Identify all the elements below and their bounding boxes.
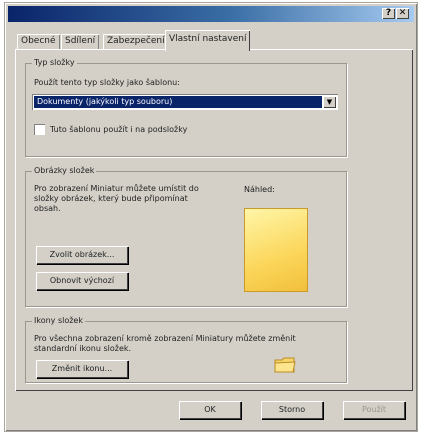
restore-default-button[interactable]: Obnovit výchozí (36, 272, 128, 290)
choose-picture-button[interactable]: Zvolit obrázek... (36, 246, 128, 264)
folder-type-selected: Dokumenty (jakýkoli typ souboru) (34, 96, 322, 108)
cancel-button[interactable]: Storno (261, 401, 323, 419)
folder-preview-image (244, 208, 308, 292)
tab-strip: Obecné Sdílení Zabezpečení Vlastní nasta… (15, 30, 415, 51)
folder-type-group: Typ složky Použít tento typ složky jako … (25, 58, 347, 157)
help-button[interactable]: ? (382, 8, 395, 19)
folder-pictures-description: Pro zobrazení Miniatur můžete umístit do… (34, 184, 199, 213)
apply-subfolders-checkbox[interactable] (34, 124, 45, 135)
apply-subfolders-label: Tuto šablonu použít i na podsložky (50, 125, 188, 134)
folder-pictures-legend: Obrázky složek (32, 166, 97, 175)
folder-type-legend: Typ složky (32, 58, 77, 67)
folder-icons-legend: Ikony složek (32, 316, 85, 325)
folder-icons-group: Ikony složek Pro všechna zobrazení kromě… (25, 316, 347, 383)
folder-icons-description: Pro všechna zobrazení kromě zobrazení Mi… (34, 334, 296, 353)
ok-button[interactable]: OK (179, 401, 241, 419)
chevron-down-icon[interactable]: ▼ (323, 96, 336, 108)
change-icon-button[interactable]: Změnit ikonu... (36, 360, 128, 378)
tab-panel: Typ složky Použít tento typ složky jako … (15, 49, 413, 391)
tab-general[interactable]: Obecné (17, 34, 60, 50)
properties-window: ? ✕ Obecné Sdílení Zabezpečení Vlastní n… (4, 2, 418, 432)
title-bar[interactable]: ? ✕ (8, 6, 414, 22)
apply-button[interactable]: Použít (343, 401, 405, 419)
tab-customize[interactable]: Vlastní nastavení (165, 30, 251, 51)
folder-type-select[interactable]: Dokumenty (jakýkoli typ souboru) ▼ (32, 94, 338, 110)
tab-security[interactable]: Zabezpečení (103, 34, 169, 50)
folder-type-prompt: Použít tento typ složky jako šablonu: (34, 78, 180, 87)
preview-label: Náhled: (244, 185, 275, 194)
tab-sharing[interactable]: Sdílení (61, 34, 100, 50)
close-button[interactable]: ✕ (396, 8, 409, 19)
folder-pictures-group: Obrázky složek Pro zobrazení Miniatur mů… (25, 166, 347, 307)
folder-icon (274, 357, 296, 373)
